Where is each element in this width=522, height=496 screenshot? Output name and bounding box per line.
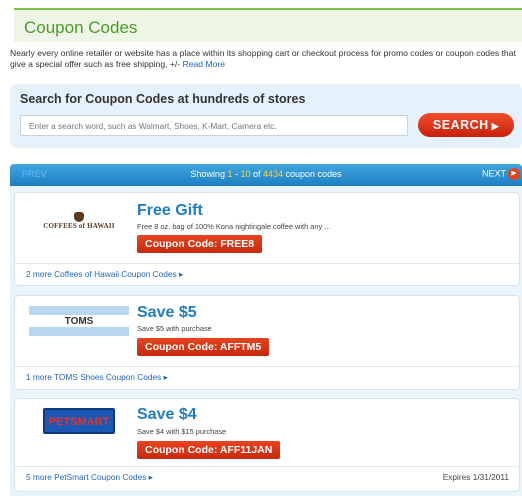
offer-description: Save $5 with purchase	[137, 324, 212, 333]
card-divider	[15, 466, 519, 467]
coupon-code-button[interactable]: Coupon Code: AFF11JAN	[137, 441, 281, 459]
results-count: Showing 1 - 10 of 4434 coupon codes	[10, 169, 522, 179]
expiry-date: Expires 1/31/2011	[442, 472, 509, 482]
search-panel: Search for Coupon Codes at hundreds of s…	[10, 84, 522, 148]
offer-title[interactable]: Save $4	[137, 406, 197, 424]
triangle-right-icon: ▶	[491, 121, 500, 131]
showing-suffix: coupon codes	[283, 169, 342, 179]
store-logo-coffees-of-hawaii[interactable]: COFFEES of HAWAII	[29, 201, 129, 241]
store-logo-text: COFFEES of HAWAII	[43, 222, 115, 230]
offer-title[interactable]: Save $5	[137, 304, 197, 322]
search-input[interactable]	[20, 115, 408, 136]
results-pagination-bar: PREV Showing 1 - 10 of 4434 coupon codes…	[10, 164, 522, 186]
coupon-card: COFFEES of HAWAII Free Gift Free 8 oz. b…	[14, 192, 520, 286]
more-coupons-link[interactable]: 5 more PetSmart Coupon Codes ▸	[26, 472, 153, 482]
next-link[interactable]: NEXT ▶	[482, 168, 520, 180]
coffee-pot-icon	[74, 212, 84, 222]
coupon-card: TOMS Save $5 Save $5 with purchase Coupo…	[14, 295, 520, 390]
store-logo-petsmart[interactable]: PETSMART	[29, 405, 129, 437]
offer-description: Save $4 with $15 purchase	[137, 427, 227, 436]
page-title: Coupon Codes	[24, 18, 138, 37]
coupon-code-button[interactable]: Coupon Code: AFFTM5	[137, 338, 270, 356]
offer-title[interactable]: Free Gift	[137, 202, 203, 220]
next-arrow-icon: ▶	[508, 168, 520, 180]
toms-flag-band: TOMS	[29, 315, 129, 327]
read-more-link[interactable]: Read More	[183, 59, 226, 69]
store-logo-toms[interactable]: TOMS	[29, 306, 129, 336]
next-label: NEXT	[481, 168, 506, 179]
of-label: of	[250, 169, 263, 179]
page-header: Coupon Codes	[14, 8, 522, 42]
more-coupons-link[interactable]: 2 more Coffees of Hawaii Coupon Codes ▸	[26, 269, 183, 279]
store-logo-text: TOMS	[64, 315, 94, 327]
total-count: 4434	[263, 169, 284, 179]
showing-prefix: Showing	[190, 169, 228, 179]
intro-text: Nearly every online retailer or website …	[10, 48, 518, 70]
range-end: 10	[240, 169, 251, 179]
coupon-code-button[interactable]: Coupon Code: FREE8	[137, 235, 263, 253]
petsmart-logo-box: PETSMART	[42, 408, 116, 434]
more-coupons-link[interactable]: 1 more TOMS Shoes Coupon Codes ▸	[26, 372, 168, 382]
search-button-label: SEARCH	[432, 118, 489, 132]
coupon-card: PETSMART Save $4 Save $4 with $15 purcha…	[14, 398, 520, 492]
store-logo-text: PETSMART	[48, 416, 110, 428]
card-divider	[15, 366, 519, 367]
offer-description: Free 8 oz. bag of 100% Kona nightingale …	[137, 222, 331, 231]
intro-body: Nearly every online retailer or website …	[10, 48, 516, 69]
search-button[interactable]: SEARCH ▶	[418, 113, 514, 137]
card-divider	[15, 263, 519, 264]
search-heading: Search for Coupon Codes at hundreds of s…	[20, 92, 306, 106]
